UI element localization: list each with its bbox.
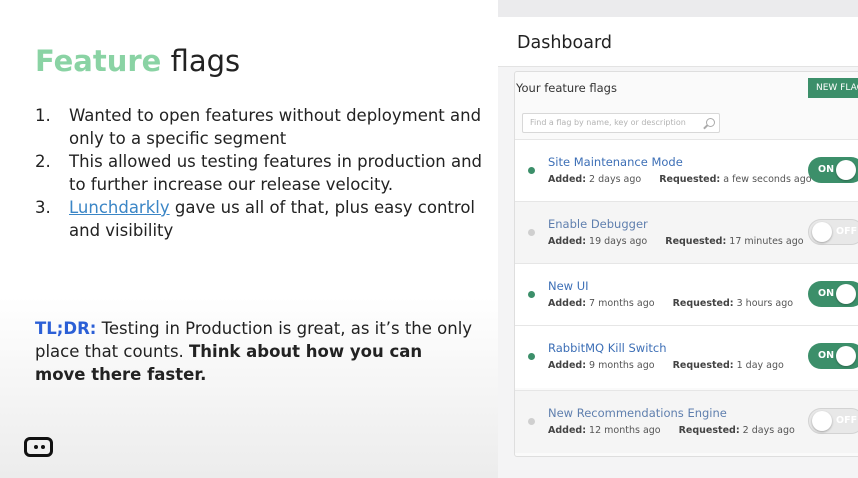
tldr-paragraph: TL;DR: Testing in Production is great, a…	[35, 317, 475, 386]
flag-name[interactable]: New Recommendations Engine	[548, 406, 727, 420]
flag-row[interactable]: RabbitMQ Kill Switch Added: 9 months ago…	[515, 325, 858, 388]
flag-name[interactable]: Site Maintenance Mode	[548, 155, 683, 169]
flag-meta: Added: 12 months ago Requested: 2 days ag…	[548, 425, 795, 436]
dashboard-header: Dashboard	[498, 17, 858, 67]
status-dot	[528, 291, 535, 298]
flag-row[interactable]: Enable Debugger Added: 19 days ago Reques…	[515, 201, 858, 264]
slide-title-accent: Feature	[35, 44, 162, 78]
tldr-tag: TL;DR:	[35, 319, 97, 338]
point-number: 2.	[35, 152, 51, 171]
flag-meta: Added: 19 days ago Requested: 17 minutes …	[548, 236, 804, 247]
point-text: Wanted to open features without deployme…	[69, 106, 482, 148]
search-placeholder: Find a flag by name, key or description	[530, 118, 686, 127]
flag-meta: Added: 7 months ago Requested: 3 hours ag…	[548, 298, 794, 309]
toggle-label: OFF	[836, 226, 858, 237]
point-text: This allowed us testing features in prod…	[69, 152, 483, 194]
status-dot	[528, 353, 535, 360]
slide: Feature flags 1. Wanted to open features…	[0, 0, 498, 478]
robot-face-icon	[24, 437, 53, 457]
flag-meta: Added: 2 days ago Requested: a few second…	[548, 174, 812, 185]
flag-search-input[interactable]: Find a flag by name, key or description	[522, 113, 720, 133]
flag-row[interactable]: New UI Added: 7 months ago Requested: 3 h…	[515, 263, 858, 326]
flag-name[interactable]: RabbitMQ Kill Switch	[548, 341, 667, 355]
flag-name[interactable]: New UI	[548, 279, 589, 293]
flag-row[interactable]: New Recommendations Engine Added: 12 mon…	[515, 390, 858, 453]
status-dot	[528, 418, 535, 425]
point-item: 3. Lunchdarkly gave us all of that, plus…	[35, 196, 485, 242]
browser-top-bar	[498, 0, 858, 17]
flag-toggle[interactable]: OFF	[808, 219, 858, 245]
slide-title: Feature flags	[35, 44, 240, 78]
panel-title: Your feature flags	[516, 81, 617, 95]
toggle-label: ON	[818, 288, 835, 299]
status-dot	[528, 167, 535, 174]
point-list: 1. Wanted to open features without deplo…	[35, 104, 485, 242]
point-number: 1.	[35, 106, 51, 125]
point-item: 2. This allowed us testing features in p…	[35, 150, 485, 196]
point-item: 1. Wanted to open features without deplo…	[35, 104, 485, 150]
point-number: 3.	[35, 198, 51, 217]
lunchdarkly-link[interactable]: Lunchdarkly	[69, 198, 170, 217]
dashboard-title: Dashboard	[517, 33, 612, 53]
new-flag-button[interactable]: NEW FLAG	[808, 78, 858, 98]
flag-toggle[interactable]: ON	[808, 343, 858, 369]
flag-toggle[interactable]: OFF	[808, 408, 858, 434]
toggle-label: ON	[818, 164, 835, 175]
status-dot	[528, 229, 535, 236]
dashboard-screenshot: Dashboard Your feature flags NEW FLAG Fi…	[498, 0, 858, 478]
flag-meta: Added: 9 months ago Requested: 1 day ago	[548, 360, 784, 371]
flag-toggle[interactable]: ON	[808, 281, 858, 307]
flag-row[interactable]: Site Maintenance Mode Added: 2 days ago R…	[515, 139, 858, 202]
slide-title-rest: flags	[170, 44, 241, 78]
toggle-label: ON	[818, 350, 835, 361]
toggle-label: OFF	[836, 415, 858, 426]
search-icon[interactable]	[706, 118, 715, 127]
flag-name[interactable]: Enable Debugger	[548, 217, 648, 231]
flag-toggle[interactable]: ON	[808, 157, 858, 183]
